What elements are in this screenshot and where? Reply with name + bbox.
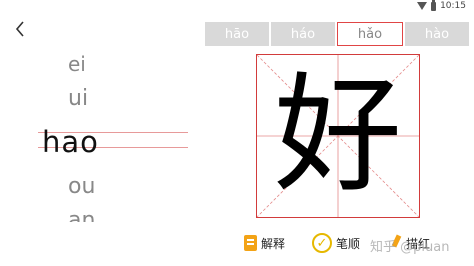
stroke-order-button[interactable]: ✓ 笔顺 <box>312 230 360 256</box>
battery-icon <box>431 0 437 11</box>
book-icon <box>244 235 257 251</box>
pinyin-item-ou[interactable]: ou <box>68 176 95 198</box>
tone-tab-3[interactable]: hǎo <box>337 22 403 46</box>
stroke-order-label: 笔顺 <box>336 236 361 251</box>
character-grid: 好 <box>256 54 420 218</box>
status-time: 10:15 <box>440 1 466 11</box>
tone-tab-2[interactable]: háo <box>271 22 335 46</box>
watermark: 知乎 @pluan <box>370 240 450 255</box>
pinyin-list[interactable]: ei ui hao ou an <box>0 44 200 224</box>
selected-pinyin-text: hao <box>42 125 99 159</box>
explain-button[interactable]: 解释 <box>244 230 285 256</box>
pinyin-item-ei[interactable]: ei <box>68 54 86 74</box>
check-icon: ✓ <box>312 233 332 253</box>
explain-label: 解释 <box>261 236 286 251</box>
pinyin-item-ui[interactable]: ui <box>68 88 88 110</box>
hanzi-character: 好 <box>273 61 402 210</box>
wifi-icon <box>417 2 428 10</box>
status-bar: 10:15 <box>0 0 474 14</box>
tone-tab-4[interactable]: hào <box>405 22 469 46</box>
chevron-left-icon <box>15 21 24 37</box>
status-icons: 10:15 <box>417 0 466 11</box>
tone-tabs: hāo háo hǎo hào <box>205 22 469 46</box>
tone-tab-1[interactable]: hāo <box>205 22 269 46</box>
back-button[interactable] <box>10 18 30 40</box>
pinyin-item-an[interactable]: an <box>68 210 95 222</box>
selected-pinyin[interactable]: hao <box>38 128 188 158</box>
